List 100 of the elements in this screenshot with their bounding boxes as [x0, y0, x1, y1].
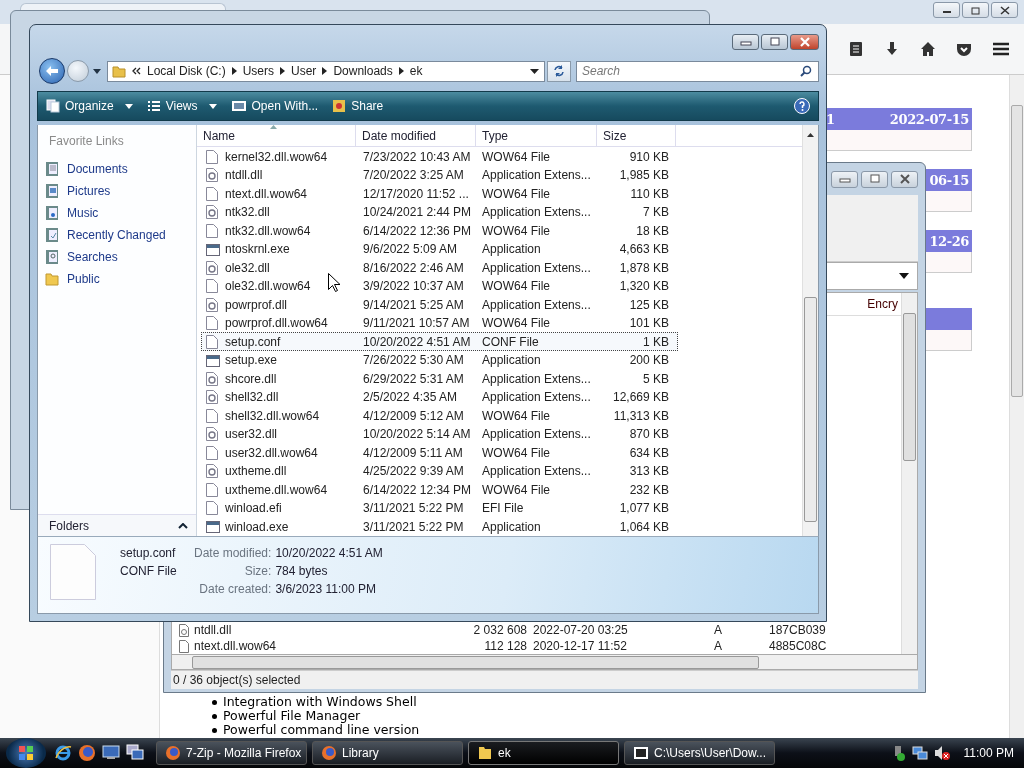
firefox-icon[interactable] — [78, 744, 96, 762]
table-cell-text: Application — [481, 353, 542, 368]
back-button[interactable] — [39, 58, 65, 84]
minimize-button[interactable] — [933, 2, 960, 18]
close-icon — [999, 5, 1010, 15]
toolbar-button[interactable]: Organize — [46, 95, 133, 117]
dropdown-arrow-icon[interactable] — [530, 68, 539, 74]
chevron-icon[interactable] — [322, 67, 328, 75]
taskbar-button[interactable]: C:\Users\User\Dow... — [624, 741, 775, 765]
scroll-up-icon[interactable] — [807, 133, 814, 137]
library-icon — [44, 205, 60, 221]
file-row[interactable]: uxtheme.dll 4/25/2022 9:39 AM Application Extens... 313 KB — [201, 461, 678, 481]
table-cell-text: 1 KB — [642, 334, 670, 349]
close-button[interactable] — [991, 2, 1018, 18]
file-row[interactable]: winload.exe 3/11/2021 5:22 PM Application 1,064 KB — [201, 517, 678, 536]
scrollbar[interactable] — [171, 654, 918, 670]
file-row[interactable]: user32.dll.wow64 4/12/2009 5:11 AM WOW64 File 634 KB — [201, 443, 678, 462]
show-desktop-icon[interactable] — [102, 744, 120, 760]
column-header[interactable]: Date modified — [356, 125, 476, 147]
search-icon[interactable] — [800, 64, 812, 77]
column-header[interactable]: Encry — [864, 297, 901, 311]
file-row[interactable]: kernel32.dll.wow64 7/23/2022 10:43 AM WOW64 File 910 KB — [201, 147, 678, 166]
file-row[interactable]: uxtheme.dll.wow64 6/14/2022 12:34 PM WOW64 File 232 KB — [201, 480, 678, 499]
maximize-button[interactable] — [861, 170, 888, 188]
clock[interactable]: 11:00 PM — [963, 746, 1014, 760]
taskbar-button[interactable]: ek — [468, 741, 619, 765]
favorite-link[interactable]: Searches — [38, 246, 196, 268]
maximize-button[interactable] — [761, 34, 788, 50]
taskbar-button[interactable]: 7-Zip - Mozilla Firefox — [156, 741, 307, 765]
search-field[interactable]: Search — [576, 60, 819, 82]
scrollbar-thumb[interactable] — [1011, 105, 1023, 397]
file-row[interactable]: shell32.dll.wow64 4/12/2009 5:12 AM WOW64 File 11,313 KB — [201, 406, 678, 425]
file-row[interactable]: ole32.dll.wow64 3/9/2022 10:37 AM WOW64 File 1,320 KB — [201, 276, 678, 296]
file-row[interactable]: setup.conf 10/20/2022 4:51 AM CONF File 1 KB — [201, 332, 678, 351]
file-icon — [206, 279, 220, 294]
scrollbar-thumb[interactable] — [192, 655, 759, 669]
settings-file-icon — [206, 390, 220, 405]
close-button[interactable] — [790, 34, 819, 50]
favorite-link[interactable]: Public — [38, 268, 196, 290]
menu-icon[interactable] — [992, 41, 1010, 57]
file-row[interactable]: ole32.dll 8/16/2022 2:46 AM Application Extens... 1,878 KB — [201, 258, 678, 277]
home-icon[interactable] — [920, 41, 936, 57]
toolbar-button[interactable]: Share — [332, 95, 384, 117]
start-button[interactable] — [6, 738, 46, 768]
bullet-icon — [212, 699, 217, 705]
chevron-icon[interactable] — [280, 67, 286, 75]
dropdown-arrow-icon[interactable] — [899, 273, 909, 279]
scrollbar-thumb[interactable] — [804, 297, 817, 522]
file-row[interactable]: setup.exe 7/26/2022 5:30 AM Application 200 KB — [201, 350, 678, 370]
help-button[interactable] — [794, 98, 810, 114]
favorite-link[interactable]: Music — [38, 202, 196, 224]
pocket-icon[interactable] — [956, 41, 972, 57]
muted-volume-icon[interactable] — [933, 745, 950, 761]
file-row[interactable]: powrprof.dll 9/14/2021 5:25 AM Application Extens... 125 KB — [201, 295, 678, 314]
file-row[interactable]: ntk32.dll 10/24/2021 2:44 PM Application Extens... 7 KB — [201, 202, 678, 222]
download-icon[interactable] — [884, 41, 900, 57]
column-header[interactable]: Size — [597, 125, 676, 147]
toolbar-button[interactable]: Views — [146, 95, 217, 117]
file-row[interactable]: ntdll.dll 7/20/2022 3:25 AM Application Extens... 1,985 KB — [201, 165, 678, 185]
favorite-link[interactable]: Recently Changed — [38, 224, 196, 246]
file-name: ntdll.dll — [225, 168, 263, 183]
breadcrumb-item[interactable]: ek — [409, 64, 423, 78]
breadcrumb-item[interactable]: Users — [242, 64, 275, 78]
column-header[interactable]: Type — [476, 125, 597, 147]
file-row[interactable]: user32.dll 10/20/2022 5:14 AM Application Extens... 870 KB — [201, 424, 678, 444]
chevron-icon[interactable] — [231, 67, 237, 75]
table-cell-text: 3/11/2021 5:22 PM — [362, 519, 465, 534]
reading-list-icon[interactable] — [848, 41, 864, 57]
address-bar[interactable]: Local Disk (C:) Users User Downloads ek — [107, 60, 545, 82]
internet-explorer-icon[interactable] — [54, 744, 72, 762]
toolbar-button[interactable]: Open With... — [230, 95, 319, 117]
file-row[interactable]: winload.efi 3/11/2021 5:22 PM EFI File 1,077 KB — [201, 498, 678, 518]
switch-windows-icon[interactable] — [126, 744, 144, 760]
file-row[interactable]: ntoskrnl.exe 9/6/2022 5:09 AM Application 4,663 KB — [201, 239, 678, 259]
favorite-link[interactable]: Pictures — [38, 180, 196, 202]
scrollbar-thumb[interactable] — [903, 313, 916, 461]
file-name: winload.efi — [225, 501, 282, 516]
file-row[interactable]: shell32.dll 2/5/2022 4:35 AM Application Extens... 12,669 KB — [201, 387, 678, 407]
file-row[interactable]: powrprof.dll.wow64 9/11/2021 10:57 AM WOW64 File 101 KB — [201, 313, 678, 333]
file-row[interactable]: shcore.dll 6/29/2022 5:31 AM Application Extens... 5 KB — [201, 369, 678, 388]
feature-item: Integration with Windows Shell — [223, 695, 417, 709]
folders-toggle[interactable]: Folders — [38, 514, 196, 536]
breadcrumb-item[interactable]: Local Disk (C:) — [147, 64, 226, 78]
file-row[interactable]: ntk32.dll.wow64 6/14/2022 12:36 PM WOW64 File 18 KB — [201, 221, 678, 240]
table-cell-text: WOW64 File — [481, 408, 551, 423]
overflow-chevron-icon[interactable] — [132, 67, 141, 75]
caret-icon — [124, 103, 133, 109]
column-header[interactable]: Name — [197, 125, 356, 147]
taskbar-button[interactable]: Library — [312, 741, 463, 765]
network-icon[interactable] — [911, 745, 928, 761]
breadcrumb-item[interactable]: Downloads — [333, 64, 393, 78]
table-cell-text: EFI File — [481, 501, 525, 516]
refresh-button[interactable] — [547, 60, 571, 82]
table-cell-text: 1,064 KB — [618, 519, 670, 534]
favorite-link[interactable]: Documents — [38, 158, 196, 180]
chevron-icon[interactable] — [398, 67, 404, 75]
breadcrumb-item[interactable]: User — [291, 64, 317, 78]
section-title: Favorite Links — [48, 133, 125, 150]
file-row[interactable]: ntext.dll.wow64 12/17/2020 11:52 ... WOW64 File 110 KB — [201, 184, 678, 203]
close-button[interactable] — [891, 170, 918, 188]
